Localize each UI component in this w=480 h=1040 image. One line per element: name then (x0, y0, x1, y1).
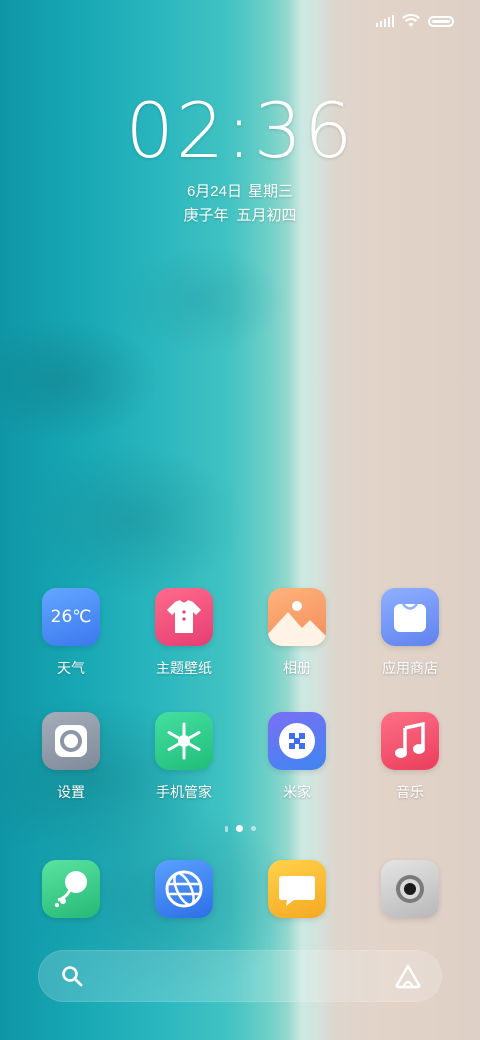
settings-icon (42, 712, 100, 770)
app-security[interactable]: 手机管家 (134, 712, 234, 802)
security-snowflake-icon (155, 712, 213, 770)
home-screen: 02:36 6月24日星期三 庚子年五月初四 26℃ 天气 主题壁纸 相册 (0, 0, 480, 1040)
lunar-date-text: 五月初四 (236, 207, 297, 224)
weather-temp: 26℃ (50, 607, 92, 627)
dock-browser[interactable] (134, 860, 234, 918)
battery-icon (428, 15, 454, 27)
app-mi-home[interactable]: 米家 (247, 712, 347, 802)
clock-time[interactable]: 02:36 (0, 86, 480, 175)
dock-camera[interactable] (360, 860, 460, 918)
lunar-year-text: 庚子年 (183, 207, 229, 224)
search-icon[interactable] (60, 964, 84, 988)
lunar-date-line[interactable]: 庚子年 五月初四 (0, 204, 480, 225)
app-label: 应用商店 (382, 660, 438, 676)
app-settings[interactable]: 设置 (21, 712, 121, 802)
date-line[interactable]: 6月24日 星期三 (0, 180, 480, 201)
camera-icon (381, 860, 439, 918)
app-label: 相册 (283, 660, 311, 676)
mi-home-icon (268, 712, 326, 770)
page-dot-3[interactable] (250, 826, 256, 831)
app-weather[interactable]: 26℃ 天气 (21, 588, 121, 678)
phone-dialer-icon (42, 860, 100, 918)
dock-messages[interactable] (247, 860, 347, 918)
app-app-store[interactable]: 应用商店 (360, 588, 460, 678)
app-label: 主题壁纸 (156, 660, 212, 676)
status-bar (376, 10, 454, 32)
assistant-icon[interactable] (394, 963, 422, 989)
page-dot-2[interactable] (235, 825, 243, 832)
weekday-text: 星期三 (248, 183, 294, 200)
date-text: 6月24日 (186, 183, 242, 200)
app-themes[interactable]: 主题壁纸 (134, 588, 234, 678)
global-search-bar[interactable] (38, 950, 442, 1002)
page-dot-1[interactable] (224, 825, 228, 832)
wifi-icon (402, 14, 420, 27)
gallery-icon (268, 588, 326, 646)
app-label: 手机管家 (156, 784, 212, 800)
music-note-icon (381, 712, 439, 770)
app-label: 天气 (57, 660, 85, 676)
weather-icon: 26℃ (42, 588, 100, 646)
page-indicator[interactable] (0, 825, 480, 832)
app-store-bag-icon (381, 588, 439, 646)
theme-shirt-icon (155, 588, 213, 646)
app-label: 设置 (57, 784, 85, 800)
app-label: 音乐 (396, 784, 424, 800)
browser-globe-icon (155, 860, 213, 918)
app-label: 米家 (283, 784, 311, 800)
signal-bars-icon (376, 15, 394, 27)
dock-phone[interactable] (21, 860, 121, 918)
messages-icon (268, 860, 326, 918)
app-gallery[interactable]: 相册 (247, 588, 347, 678)
app-music[interactable]: 音乐 (360, 712, 460, 802)
